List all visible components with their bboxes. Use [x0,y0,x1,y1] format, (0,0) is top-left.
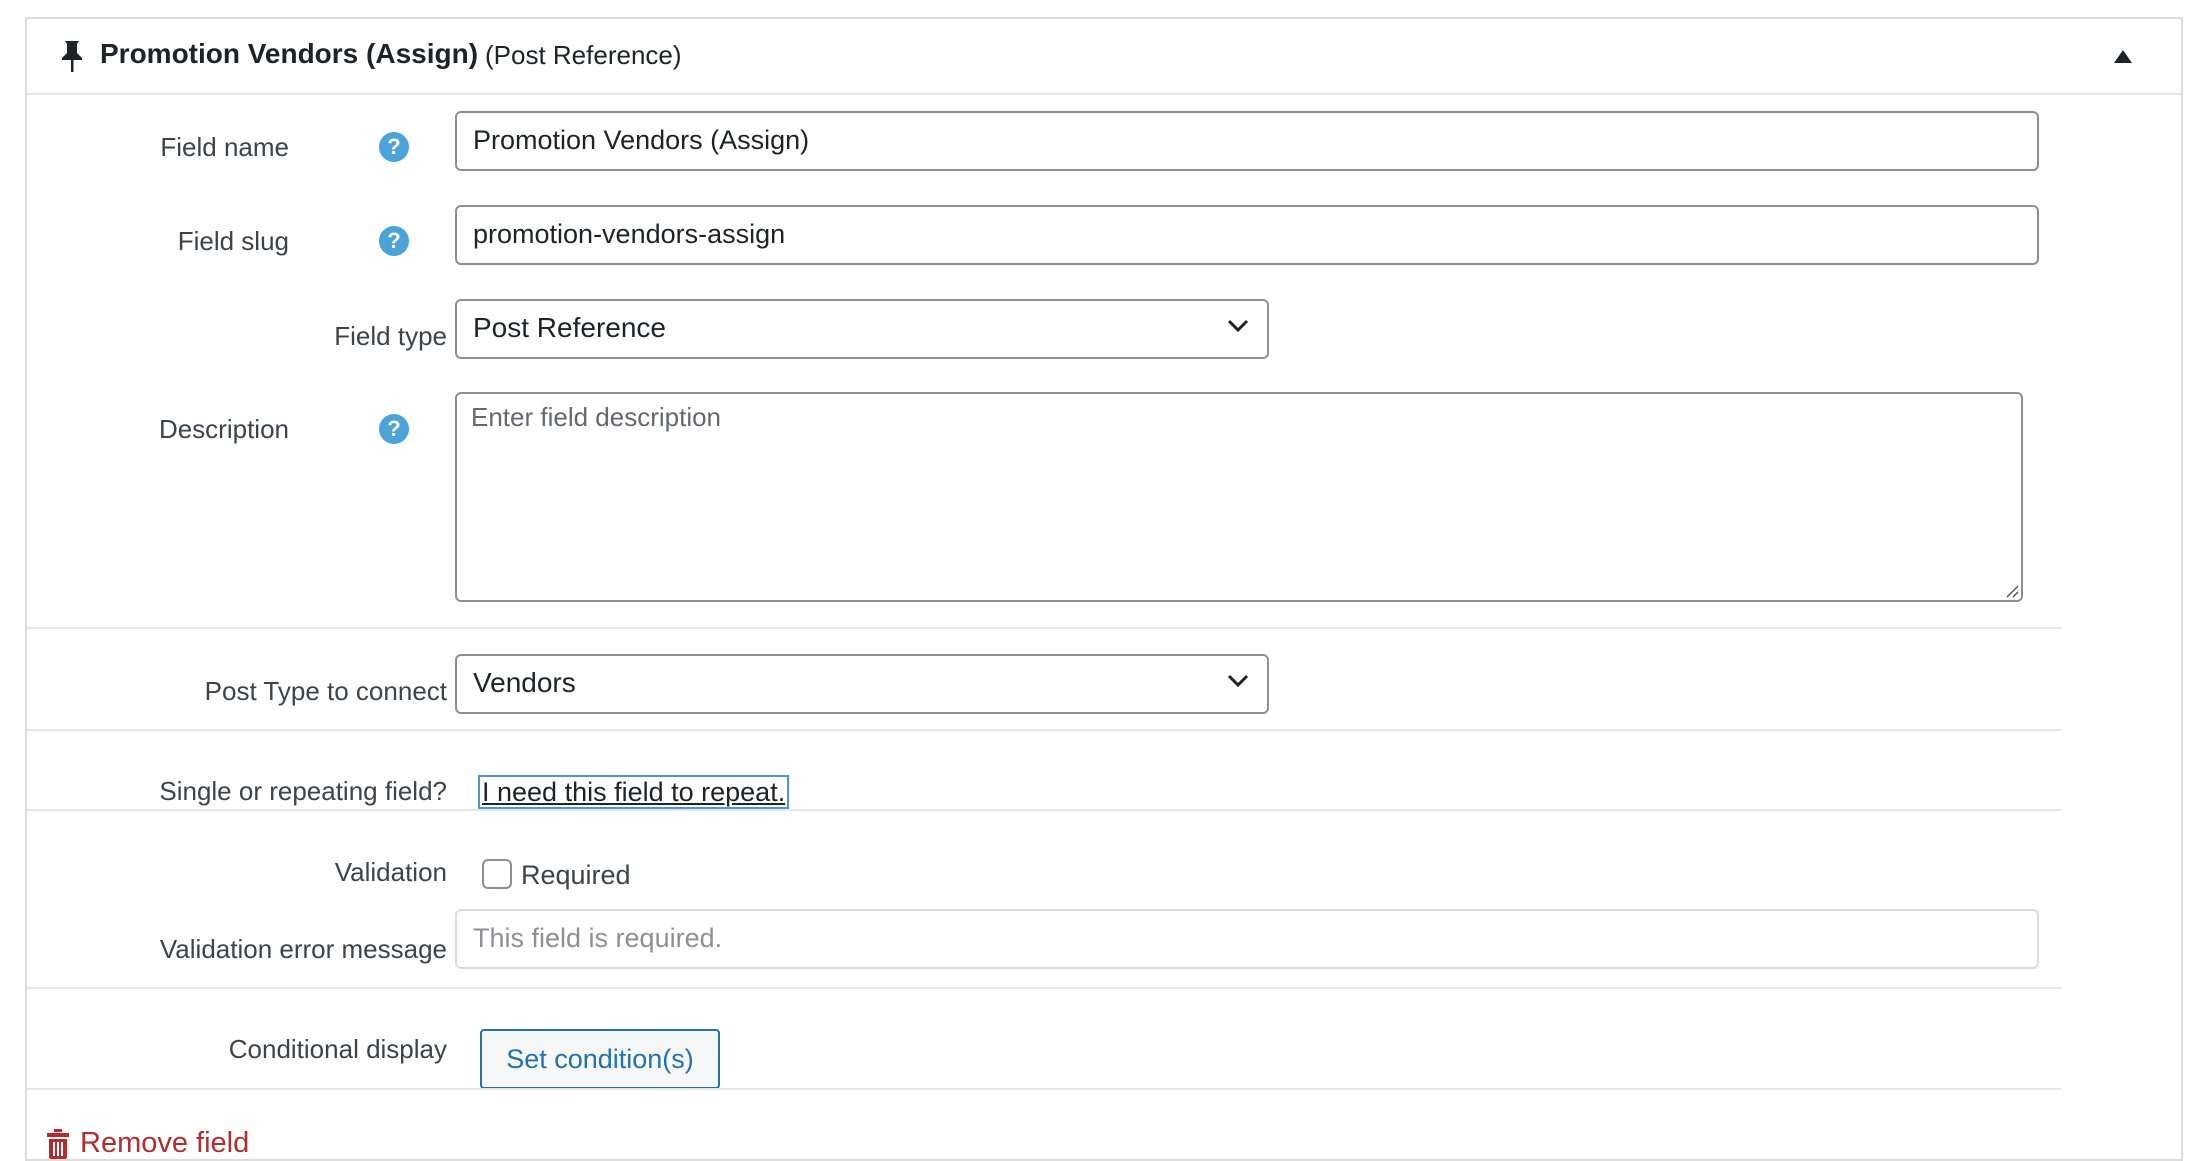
required-checkbox[interactable] [482,859,512,889]
help-icon[interactable]: ? [379,414,409,444]
divider [27,987,2061,989]
triangle-up-icon[interactable] [2114,50,2132,63]
field-type-subtitle: (Post Reference) [485,40,682,70]
field-title: Promotion Vendors (Assign) [100,38,479,69]
conditional-label: Conditional display [228,1034,447,1064]
required-label[interactable]: Required [521,860,631,891]
description-placeholder: Enter field description [471,402,722,432]
divider [27,809,2061,811]
post-type-label: Post Type to connect [204,676,447,706]
field-slug-label: Field slug [177,226,289,256]
set-conditions-button[interactable]: Set condition(s) [480,1029,720,1089]
field-type-value: Post Reference [473,312,666,343]
trash-icon [47,1129,69,1159]
resize-grip-icon[interactable] [2003,582,2019,598]
divider [27,1088,2061,1090]
field-header[interactable]: Promotion Vendors (Assign) (Post Referen… [27,19,2181,95]
repeating-label: Single or repeating field? [159,776,447,806]
post-type-select[interactable]: Vendors [455,654,1269,714]
chevron-down-icon [1227,319,1249,333]
field-name-label: Field name [160,132,289,162]
chevron-down-icon [1227,674,1249,688]
field-slug-input[interactable]: promotion-vendors-assign [455,205,2039,265]
field-type-label: Field type [334,321,447,351]
field-name-input[interactable]: Promotion Vendors (Assign) [455,111,2039,171]
repeat-field-link[interactable]: I need this field to repeat. [478,775,790,809]
description-label: Description [158,414,289,444]
divider [27,627,2061,629]
divider [27,729,2061,731]
remove-field-label: Remove field [80,1127,250,1159]
help-icon[interactable]: ? [379,132,409,162]
validation-label: Validation [334,857,447,887]
pin-icon[interactable] [57,39,87,73]
description-textarea[interactable]: Enter field description [455,392,2023,602]
field-panel: Promotion Vendors (Assign) (Post Referen… [25,17,2183,1161]
validation-error-input[interactable]: This field is required. [455,909,2039,969]
post-type-value: Vendors [473,667,576,698]
help-icon[interactable]: ? [379,226,409,256]
field-type-select[interactable]: Post Reference [455,299,1269,359]
validation-error-label: Validation error message [159,934,447,964]
